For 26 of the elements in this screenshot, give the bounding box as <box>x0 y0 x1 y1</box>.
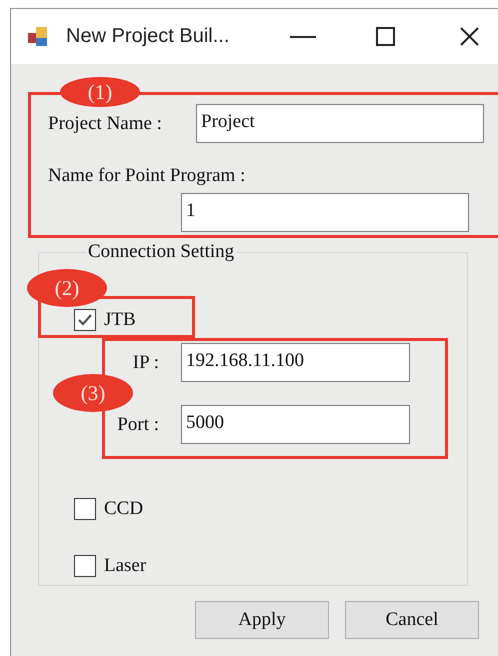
checkbox[interactable] <box>74 309 96 331</box>
checkbox-label: CCD <box>104 498 144 520</box>
text-field[interactable]: 192.168.11.100 <box>181 343 410 382</box>
field-label: Name for Point Program : <box>48 165 246 186</box>
group-title: Connection Setting <box>87 242 236 262</box>
project-name-field[interactable]: Project <box>196 104 484 143</box>
field-label: Project Name : <box>48 112 163 134</box>
checkbox[interactable] <box>74 555 96 577</box>
text-field[interactable]: 5000 <box>181 405 410 444</box>
maximize-icon <box>376 27 394 46</box>
minimize-icon <box>290 36 316 38</box>
check-icon <box>77 313 93 327</box>
checkbox-label: JTB <box>104 309 136 331</box>
point-program-field[interactable]: 1 <box>181 193 469 232</box>
field-label: Port : <box>117 414 159 434</box>
checkbox[interactable] <box>74 498 96 520</box>
dialog-button[interactable]: Cancel <box>345 601 479 639</box>
field-label: IP : <box>132 352 159 372</box>
callout-marker: (2) <box>27 269 107 307</box>
app-icon <box>28 26 47 46</box>
dialog-button[interactable]: Apply <box>195 601 329 639</box>
window-title: New Project Buil... <box>66 25 230 48</box>
checkbox-label: Laser <box>104 555 146 577</box>
callout-marker: (3) <box>53 374 133 412</box>
callout-marker: (1) <box>60 77 140 107</box>
close-icon <box>460 27 478 46</box>
